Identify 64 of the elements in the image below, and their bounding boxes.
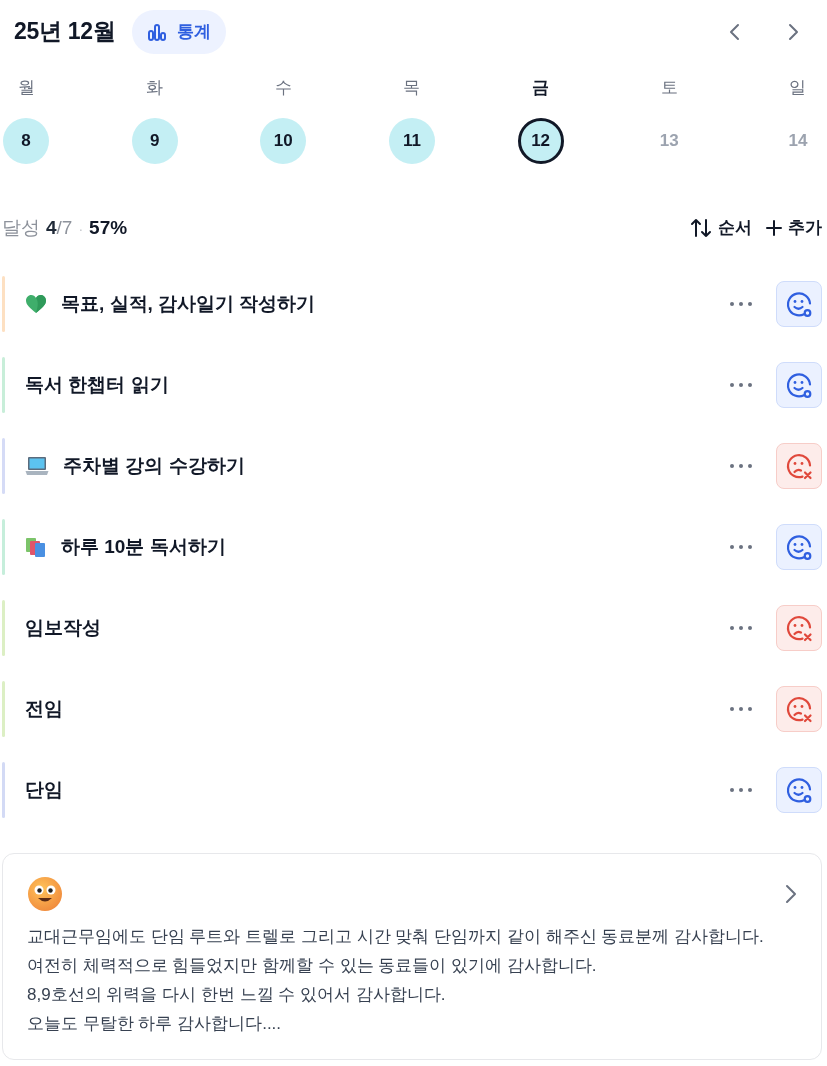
percent-text: 57%: [89, 215, 128, 240]
month-title: 25년 12월: [14, 18, 116, 46]
task-title[interactable]: 독서 한챕터 읽기: [25, 370, 169, 400]
sort-icon: [690, 218, 712, 238]
task-title[interactable]: 전임: [25, 694, 63, 724]
weekday-label: 토: [660, 77, 678, 99]
more-icon[interactable]: [729, 463, 753, 469]
more-icon[interactable]: [729, 787, 753, 793]
journal-text: 여전히 체력적으로 힘들었지만 함께할 수 있는 동료들이 있기에 감사합니다.: [27, 955, 598, 977]
more-icon[interactable]: [729, 301, 753, 307]
weekday-label: 월: [17, 77, 35, 99]
task-title[interactable]: 하루 10분 독서하기: [61, 532, 226, 562]
bar-chart-icon: [147, 22, 168, 42]
more-icon[interactable]: [729, 706, 753, 712]
task-title[interactable]: 임보작성: [25, 613, 101, 643]
day-button[interactable]: 10: [260, 118, 307, 164]
achievement-label: 달성: [2, 215, 40, 240]
smile-icon: [785, 371, 813, 399]
chevron-left-icon[interactable]: [728, 23, 742, 41]
status-button[interactable]: [776, 443, 822, 489]
status-button[interactable]: [776, 524, 822, 570]
more-icon[interactable]: [729, 382, 753, 388]
smile-icon: [785, 533, 813, 561]
weekday-label: 목: [403, 77, 421, 99]
journal-text: 오늘도 무탈한 하루 감사합니다....: [27, 1013, 283, 1035]
journal-text: 8,9호선의 위력을 다시 한번 느낄 수 있어서 감사합니다.: [27, 984, 447, 1006]
chevron-right-icon[interactable]: [786, 23, 800, 41]
frown-icon: [785, 614, 813, 642]
weekday-label: 일: [789, 77, 807, 99]
day-button[interactable]: 9: [131, 118, 178, 164]
books-icon: [25, 536, 47, 558]
more-icon[interactable]: [729, 544, 753, 550]
frown-icon: [785, 695, 813, 723]
day-button[interactable]: 12: [517, 118, 564, 164]
smile-icon: [785, 776, 813, 804]
more-icon[interactable]: [729, 625, 753, 631]
task-title[interactable]: 단임: [25, 775, 63, 805]
laptop-icon: [25, 456, 49, 476]
plus-icon: [766, 220, 782, 236]
weekday-label: 화: [146, 77, 164, 99]
journal-text: 교대근무임에도 단임 루트와 트렐로 그리고 시간 맞춰 단임까지 같이 해주신 동료분께 감사합니다.: [27, 926, 765, 948]
stats-button[interactable]: 통계: [132, 10, 227, 54]
task-title[interactable]: 목표, 실적, 감사일기 작성하기: [61, 289, 316, 319]
day-button[interactable]: 8: [3, 118, 49, 164]
smile-icon: [785, 290, 813, 318]
add-button[interactable]: 추가: [766, 215, 822, 241]
heart-icon: [25, 294, 47, 314]
weekday-label: 금: [532, 77, 550, 99]
chevron-right-icon[interactable]: [785, 884, 797, 904]
journal-card[interactable]: 교대근무임에도 단임 루트와 트렐로 그리고 시간 맞춰 단임까지 같이 해주신 동료분께 감사합니다. 여전히 체력적으로 힘들었지만 함께할 수 있는 동료들이 있기에 감사합니다. 8,9호선의 위력을 다시 한번 느낄 수 있어서 감사합니다. 오늘도 무탈한 하루 감사합니다....: [2, 853, 822, 1060]
status-button[interactable]: [776, 686, 822, 732]
frown-icon: [785, 452, 813, 480]
status-button[interactable]: [776, 362, 822, 408]
task-title[interactable]: 주차별 강의 수강하기: [63, 451, 245, 481]
smiley-icon: [27, 876, 63, 912]
weekday-label: 수: [274, 77, 292, 99]
separator-dot: ·: [78, 219, 84, 239]
total-count: /7: [56, 215, 73, 240]
done-count: 4: [46, 215, 57, 240]
sort-button[interactable]: 순서: [690, 215, 752, 241]
day-button[interactable]: 11: [388, 118, 435, 164]
status-button[interactable]: [776, 605, 822, 651]
status-button[interactable]: [776, 767, 822, 813]
status-button[interactable]: [776, 281, 822, 327]
